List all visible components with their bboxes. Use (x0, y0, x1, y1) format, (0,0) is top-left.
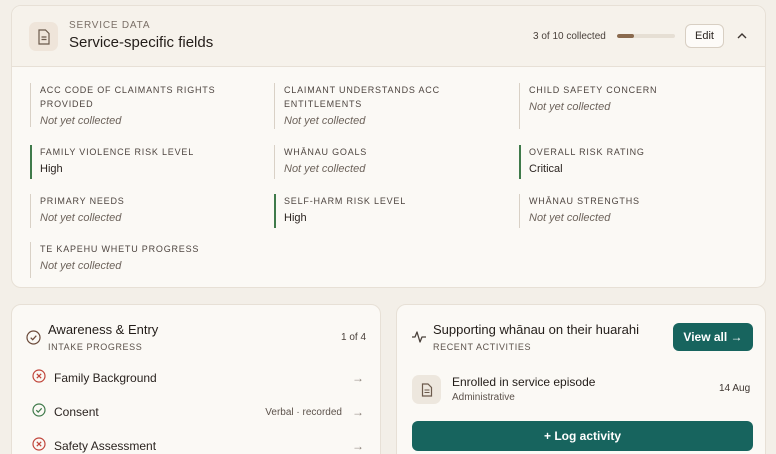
field-value: High (40, 163, 63, 175)
field-value: Not yet collected (284, 163, 366, 175)
field-value: Not yet collected (529, 212, 611, 224)
check-circle-icon (26, 330, 41, 350)
field-value: Not yet collected (40, 260, 122, 272)
intake-step-safety-assessment[interactable]: Safety Assessment → (32, 435, 364, 454)
section-eyebrow: SERVICE DATA (69, 20, 151, 31)
activity-pulse-icon (411, 330, 427, 349)
activity-item-category: Administrative (452, 392, 515, 403)
collection-progress-text: 3 of 10 collected (533, 31, 606, 42)
arrow-right-icon: → (352, 405, 364, 419)
field-acc-code: ACC CODE OF CLAIMANTS RIGHTS PROVIDED No… (30, 83, 260, 127)
collection-progress-bar (617, 34, 675, 38)
activity-item-date: 14 Aug (719, 383, 751, 394)
step-label: Safety Assessment (54, 439, 157, 453)
document-icon (412, 375, 441, 404)
intake-progress-card: Awareness & Entry INTAKE PROGRESS 1 of 4… (11, 304, 381, 454)
collection-progress-fill (617, 34, 635, 38)
activity-title: Supporting whānau on their huarahi (433, 322, 639, 337)
field-label: SELF-HARM RISK LEVEL (284, 196, 407, 206)
field-whanau-goals: WHĀNAU GOALS Not yet collected (274, 145, 504, 179)
field-value: High (284, 212, 307, 224)
field-child-safety: CHILD SAFETY CONCERN Not yet collected (519, 83, 749, 129)
step-label: Family Background (54, 371, 157, 385)
field-label: ACC CODE OF CLAIMANTS RIGHTS PROVIDED (40, 85, 216, 109)
intake-subtitle: INTAKE PROGRESS (48, 342, 143, 352)
field-label: PRIMARY NEEDS (40, 196, 125, 206)
field-self-harm-risk: SELF-HARM RISK LEVEL High (274, 194, 504, 228)
step-count: 1 of 4 (341, 332, 367, 343)
field-value: Critical (529, 163, 563, 175)
arrow-right-icon: → (352, 439, 364, 453)
field-whanau-strengths: WHĀNAU STRENGTHS Not yet collected (519, 194, 749, 228)
intake-step-family-background[interactable]: Family Background → (32, 367, 364, 389)
field-label: WHĀNAU STRENGTHS (529, 196, 640, 206)
field-primary-needs: PRIMARY NEEDS Not yet collected (30, 194, 260, 228)
x-circle-icon (32, 436, 46, 454)
field-label: WHĀNAU GOALS (284, 147, 368, 157)
service-data-card: SERVICE DATA Service-specific fields 3 o… (11, 5, 766, 288)
recent-activities-card: Supporting whānau on their huarahi RECEN… (396, 304, 766, 454)
check-circle-icon (32, 402, 46, 422)
field-label: TE KAPEHU WHETU PROGRESS (40, 244, 200, 254)
chevron-up-icon[interactable] (732, 26, 752, 46)
service-data-header[interactable]: SERVICE DATA Service-specific fields 3 o… (12, 6, 765, 67)
arrow-right-icon: → (352, 371, 364, 385)
step-label: Consent (54, 405, 99, 419)
field-label: FAMILY VIOLENCE RISK LEVEL (40, 147, 195, 157)
field-value: Not yet collected (529, 101, 611, 113)
intake-step-consent[interactable]: Consent Verbal · recorded → (32, 401, 364, 423)
activity-item-title[interactable]: Enrolled in service episode (452, 375, 595, 389)
x-circle-icon (32, 368, 46, 388)
field-claimant-understands: CLAIMANT UNDERSTANDS ACC ENTITLEMENTS No… (274, 83, 504, 129)
activity-subtitle: RECENT ACTIVITIES (433, 342, 532, 352)
log-activity-button[interactable]: + Log activity (412, 421, 753, 451)
edit-button[interactable]: Edit (685, 24, 724, 48)
field-label: OVERALL RISK RATING (529, 147, 645, 157)
view-all-button[interactable]: View all → (673, 323, 753, 351)
field-value: Not yet collected (40, 115, 122, 127)
field-te-kapehu-whetu: TE KAPEHU WHETU PROGRESS Not yet collect… (30, 242, 260, 278)
document-icon (29, 22, 58, 51)
field-label: CHILD SAFETY CONCERN (529, 85, 658, 95)
section-title: Service-specific fields (69, 34, 214, 51)
intake-title: Awareness & Entry (48, 322, 159, 337)
field-overall-risk: OVERALL RISK RATING Critical (519, 145, 749, 179)
field-label: CLAIMANT UNDERSTANDS ACC ENTITLEMENTS (284, 85, 440, 109)
field-value: Not yet collected (284, 115, 366, 127)
field-family-violence-risk: FAMILY VIOLENCE RISK LEVEL High (30, 145, 260, 179)
field-value: Not yet collected (40, 212, 122, 224)
step-meta: Verbal · recorded (265, 406, 342, 418)
